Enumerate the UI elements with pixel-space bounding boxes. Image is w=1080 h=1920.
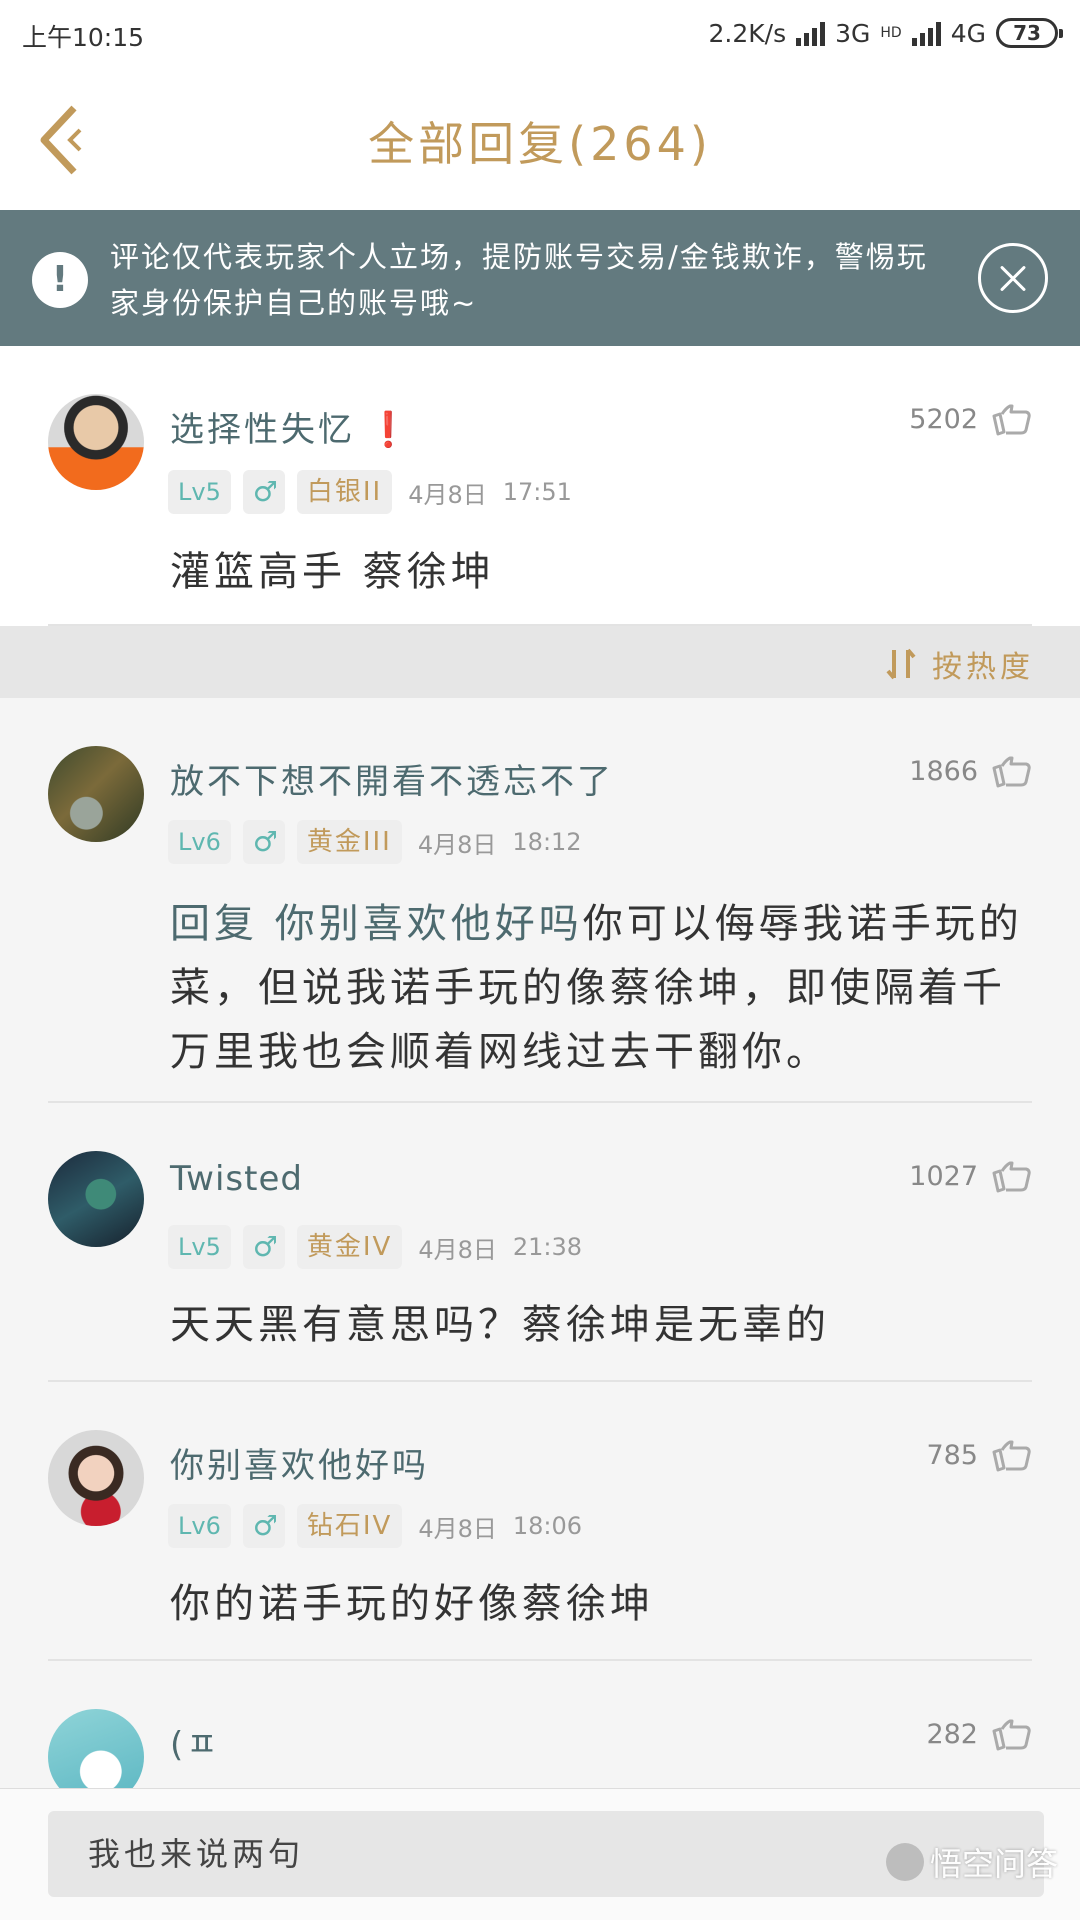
network-4g-label: 4G xyxy=(950,18,986,48)
reply-prefix[interactable]: 回复 你别喜欢他好吗 xyxy=(170,901,583,947)
comment-item: 你别喜欢他好吗 785 Lv6 ♂ 钻石IV 4月8日 18:06 你的诺手玩的… xyxy=(0,1382,1080,1660)
avatar[interactable] xyxy=(48,746,144,842)
like-hand-icon[interactable] xyxy=(990,1717,1034,1753)
rank-badge: 黄金III xyxy=(296,820,402,864)
watermark-text: 悟空问答 xyxy=(929,1845,1058,1883)
rank-badge: 黄金IV xyxy=(296,1225,403,1269)
reply-bar: 我也来说两句 悟空问答 xyxy=(0,1788,1080,1920)
comment-date: 4月8日 xyxy=(417,830,497,859)
watermark: 悟空问答 xyxy=(885,1839,1058,1885)
exclamation-icon: ❗ xyxy=(367,410,413,450)
user-tags: Lv6 ♂ 黄金III 4月8日 18:12 xyxy=(168,820,582,864)
like-hand-icon[interactable] xyxy=(990,402,1034,438)
avatar[interactable] xyxy=(48,1430,144,1526)
comment-item: 放不下想不開看不透忘不了 1866 Lv6 ♂ 黄金III 4月8日 18:12… xyxy=(0,698,1080,1102)
comment-body: 你的诺手玩的好像蔡徐坤 xyxy=(170,1581,654,1627)
comment-date: 4月8日 xyxy=(418,1514,497,1543)
avatar[interactable] xyxy=(48,1151,144,1247)
status-left: 上午10:15 xyxy=(22,18,144,54)
user-tags: Lv5 ♂ 白银II 4月8日 17:51 xyxy=(168,470,572,514)
notice-banner: ! 评论仅代表玩家个人立场，提防账号交易/金钱欺诈，警惕玩家身份保护自己的账号哦… xyxy=(0,210,1080,346)
male-icon: ♂ xyxy=(242,1225,285,1269)
comment-time: 18:12 xyxy=(512,828,582,856)
male-icon: ♂ xyxy=(242,820,285,864)
comment-time: 21:38 xyxy=(512,1233,583,1261)
like-count: 282 xyxy=(926,1719,978,1750)
like-hand-icon[interactable] xyxy=(990,1438,1034,1474)
network-3g-label: 3G xyxy=(835,18,871,48)
app-root: 上午10:15 2.2K/s 3G HD 4G 73 全部回复(264) ! 评… xyxy=(0,0,1080,1920)
user-tags: Lv6 ♂ 钻石IV 4月8日 18:06 xyxy=(168,1504,582,1548)
level-badge: Lv6 xyxy=(168,1504,231,1548)
username[interactable]: Twisted xyxy=(170,1159,303,1199)
level-badge: Lv6 xyxy=(168,820,231,864)
like-count: 785 xyxy=(926,1440,978,1471)
male-icon: ♂ xyxy=(242,470,285,514)
net-speed-label: 2.2K/s xyxy=(708,18,787,48)
battery-icon: 73 xyxy=(996,18,1063,48)
comment-time: 17:51 xyxy=(502,478,572,506)
sort-bar: 按热度 xyxy=(0,626,1080,698)
warning-icon: ! xyxy=(32,252,88,308)
page-title: 全部回复(264) xyxy=(368,117,712,171)
avatar[interactable] xyxy=(48,1709,144,1788)
sort-label: 按热度 xyxy=(932,650,1034,685)
time-label: 上午10:15 xyxy=(22,23,145,52)
status-bar: 上午10:15 2.2K/s 3G HD 4G 73 xyxy=(0,0,1080,72)
username[interactable]: 放不下想不開看不透忘不了 xyxy=(170,754,614,803)
comment-body: 灌篮高手 蔡徐坤 xyxy=(170,549,495,595)
comment-body: 天天黑有意思吗？蔡徐坤是无辜的 xyxy=(170,1302,830,1348)
like-count: 1866 xyxy=(909,756,978,787)
like-count: 5202 xyxy=(909,404,978,435)
level-badge: Lv5 xyxy=(168,1225,231,1269)
rank-badge: 钻石IV xyxy=(296,1504,403,1548)
level-badge: Lv5 xyxy=(168,470,231,514)
comment-time: 18:06 xyxy=(512,1512,583,1540)
like-count: 1027 xyxy=(909,1161,978,1192)
battery-level: 73 xyxy=(1013,21,1041,45)
signal-icon xyxy=(796,20,826,46)
sort-arrows-icon xyxy=(886,648,916,680)
comment-item: (ㅍ 282 xyxy=(0,1661,1080,1788)
pinned-comment: 选择性失忆 ❗ 5202 Lv5 ♂ 白银II 4月8日 17:51 灌篮高手 蔡… xyxy=(0,346,1080,626)
like-hand-icon[interactable] xyxy=(990,754,1034,790)
comment-item: Twisted 1027 Lv5 ♂ 黄金IV 4月8日 21:38 天天黑有意… xyxy=(0,1103,1080,1381)
comment-date: 4月8日 xyxy=(408,480,487,509)
like-hand-icon[interactable] xyxy=(990,1159,1034,1195)
wukong-logo-icon xyxy=(885,1843,924,1881)
close-notice-button[interactable] xyxy=(978,243,1048,313)
header: 全部回复(264) xyxy=(0,72,1080,210)
username[interactable]: 选择性失忆 ❗ xyxy=(170,402,412,451)
username[interactable]: (ㅍ xyxy=(170,1717,221,1766)
status-right: 2.2K/s 3G HD 4G 73 xyxy=(708,18,1063,48)
comment-body: 回复 你别喜欢他好吗你可以侮辱我诺手玩的菜，但说我诺手玩的像蔡徐坤，即使隔着千万… xyxy=(170,892,1030,1084)
username[interactable]: 你别喜欢他好吗 xyxy=(170,1438,429,1487)
signal-icon-2 xyxy=(911,20,941,46)
rank-badge: 白银II xyxy=(296,470,393,514)
male-icon: ♂ xyxy=(242,1504,285,1548)
avatar[interactable] xyxy=(48,394,144,490)
username-text: 选择性失忆 xyxy=(170,410,355,450)
hd-label: HD xyxy=(880,25,902,41)
user-tags: Lv5 ♂ 黄金IV 4月8日 21:38 xyxy=(168,1225,582,1269)
notice-text: 评论仅代表玩家个人立场，提防账号交易/金钱欺诈，警惕玩家身份保护自己的账号哦~ xyxy=(110,240,928,320)
comment-date: 4月8日 xyxy=(418,1235,497,1264)
sort-by-hot-button[interactable]: 按热度 xyxy=(884,642,1034,686)
